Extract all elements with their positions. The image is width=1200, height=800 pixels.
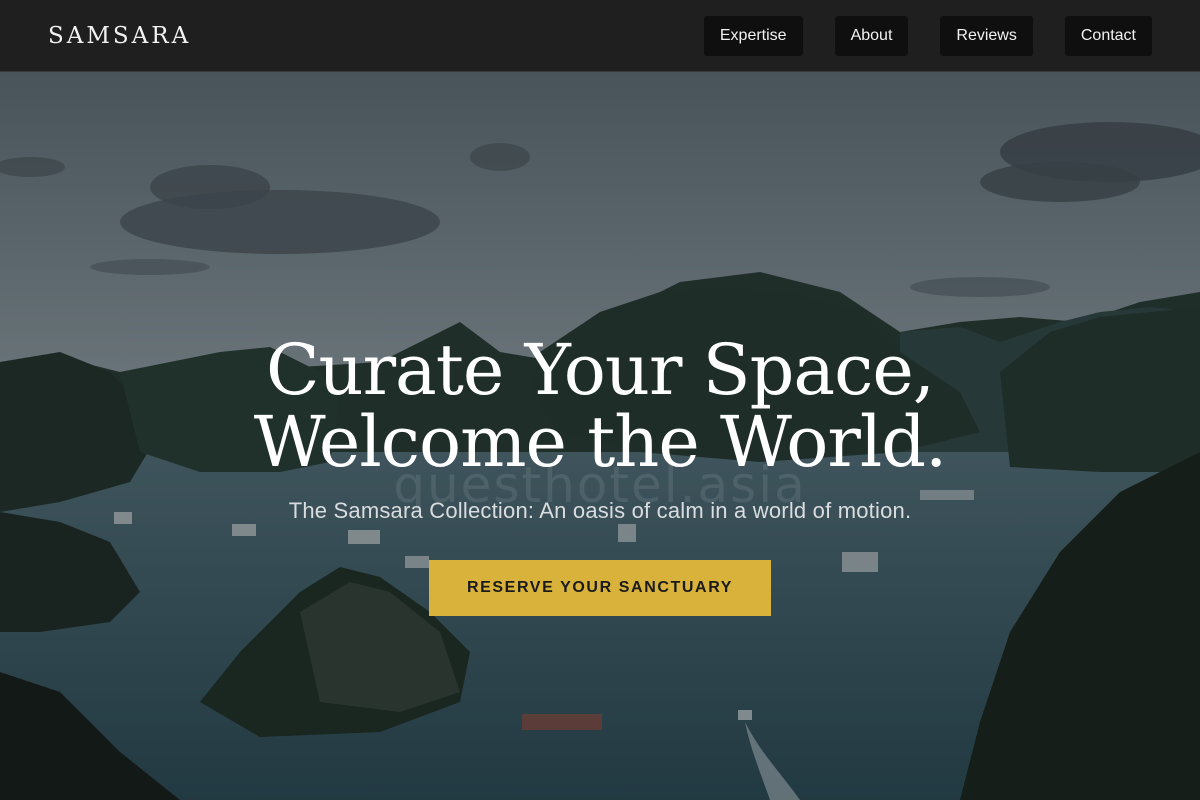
hero-section: questhotel.asia Curate Your Space, Welco… — [0, 72, 1200, 800]
hero-title: Curate Your Space, Welcome the World. — [0, 334, 1200, 478]
reserve-sanctuary-button[interactable]: RESERVE YOUR SANCTUARY — [429, 560, 771, 616]
nav-expertise-button[interactable]: Expertise — [703, 15, 803, 56]
nav-about-button[interactable]: About — [834, 15, 909, 56]
site-header: SAMSARA Expertise About Reviews Contact — [0, 0, 1200, 72]
hero-content: Curate Your Space, Welcome the World. Th… — [0, 334, 1200, 616]
hero-title-line-2: Welcome the World. — [253, 401, 948, 483]
nav-reviews-button[interactable]: Reviews — [940, 15, 1033, 56]
nav-contact-button[interactable]: Contact — [1064, 15, 1152, 56]
main-nav: Expertise About Reviews Contact — [703, 15, 1152, 56]
hero-subtitle: The Samsara Collection: An oasis of calm… — [288, 498, 912, 523]
hero-title-line-1: Curate Your Space, — [265, 329, 935, 411]
brand-logo[interactable]: SAMSARA — [48, 23, 191, 49]
